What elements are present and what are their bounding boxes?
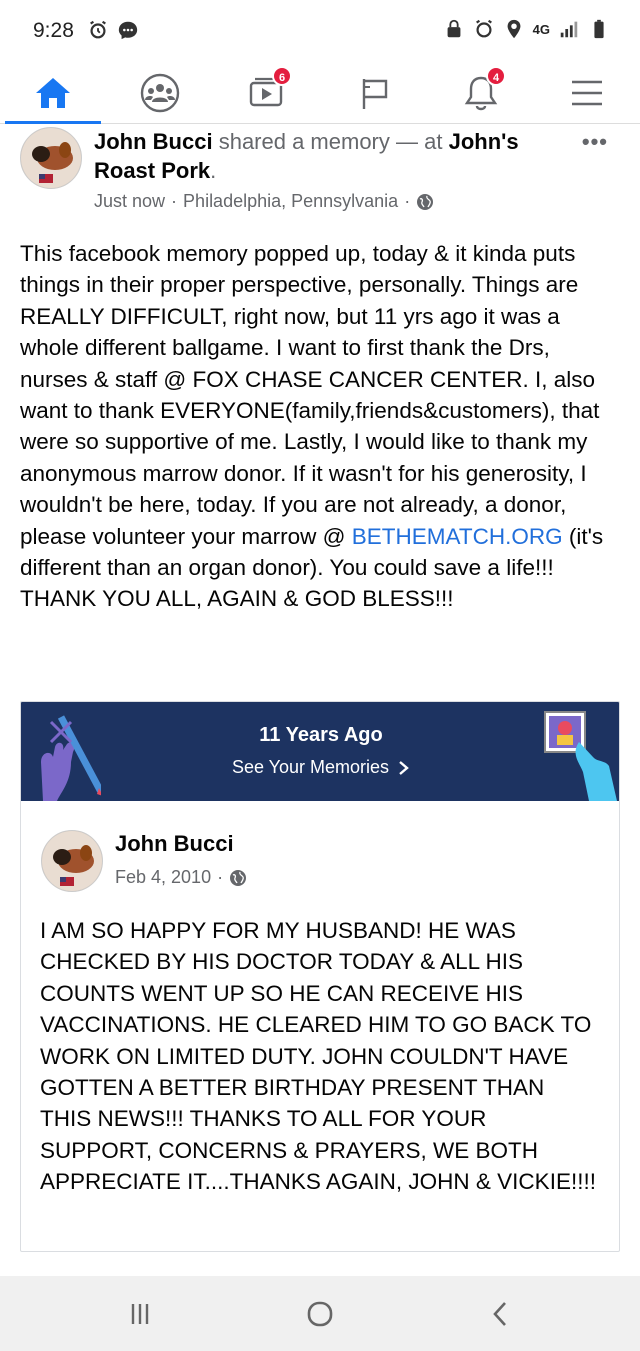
photo-hand-icon (544, 711, 617, 801)
home-icon (36, 78, 70, 108)
top-navigation: 6 4 (0, 62, 640, 124)
post-action: shared a memory — at (218, 129, 443, 154)
notifications-badge: 4 (486, 66, 506, 86)
alarm-icon (475, 19, 492, 38)
active-tab-indicator (5, 121, 101, 124)
memory-post-text: I AM SO HAPPY FOR MY HUSBAND! HE WAS CHE… (40, 918, 596, 1195)
signal-icon (560, 21, 578, 38)
lock-icon (447, 19, 461, 38)
memory-post-date[interactable]: Feb 4, 2010 (115, 867, 211, 888)
home-button[interactable] (280, 1276, 360, 1351)
globe-icon (417, 193, 434, 210)
recent-apps-button[interactable] (100, 1276, 180, 1351)
post-meta: Just now · Philadelphia, Pennsylvania · (94, 191, 434, 212)
nav-menu[interactable] (552, 62, 622, 124)
memory-card[interactable]: 11 Years Ago See Your Memories John Bucc… (20, 701, 620, 1252)
chevron-right-icon (399, 761, 409, 776)
nav-notifications[interactable]: 4 (446, 62, 516, 124)
dog-photo-icon (42, 831, 102, 891)
nav-pages[interactable] (339, 62, 409, 124)
pencil-hand-icon (41, 715, 101, 801)
post-author[interactable]: John Bucci (94, 129, 213, 154)
meta-separator: · (171, 191, 178, 211)
android-navigation-bar (0, 1276, 640, 1351)
avatar[interactable] (20, 127, 82, 189)
post-location[interactable]: Philadelphia, Pennsylvania (183, 191, 398, 212)
home-circle-icon (307, 1301, 333, 1326)
post-header: John Bucci shared a memory — at John's R… (20, 127, 620, 223)
dog-photo-icon (21, 128, 81, 188)
menu-icon (572, 80, 602, 106)
memory-subtitle: See Your Memories (231, 757, 390, 777)
watch-badge: 6 (272, 66, 292, 86)
back-button[interactable] (460, 1276, 540, 1351)
post-title: John Bucci shared a memory — at John's R… (94, 129, 519, 183)
bethematch-link[interactable]: BETHEMATCH.ORG (352, 524, 563, 549)
network-type: 4G (532, 21, 550, 37)
nav-home[interactable] (18, 62, 88, 124)
meta-separator: · (217, 867, 224, 887)
post-body: This facebook memory popped up, today & … (20, 238, 620, 615)
avatar[interactable] (41, 830, 103, 892)
battery-icon (594, 19, 604, 39)
post-time[interactable]: Just now (94, 191, 165, 212)
groups-icon (140, 73, 180, 113)
more-options-icon[interactable]: ••• (582, 129, 608, 155)
memory-banner[interactable]: 11 Years Ago See Your Memories (21, 702, 619, 801)
meta-separator: · (404, 191, 411, 211)
post-text-part1: This facebook memory popped up, today & … (20, 241, 600, 549)
messenger-icon (118, 21, 138, 40)
status-time: 9:28 (33, 19, 74, 42)
nav-groups[interactable] (125, 62, 195, 124)
nav-watch[interactable]: 6 (232, 62, 302, 124)
memory-post-meta: Feb 4, 2010 · (115, 867, 247, 888)
pages-flag-icon (362, 79, 388, 109)
back-icon (493, 1301, 506, 1326)
status-bar: 9:28 4G (0, 0, 640, 62)
alarm-icon (90, 20, 106, 39)
recent-apps-icon (131, 1303, 149, 1324)
memory-post-author[interactable]: John Bucci (115, 831, 234, 857)
globe-icon (230, 869, 247, 886)
location-pin-icon (507, 19, 521, 39)
